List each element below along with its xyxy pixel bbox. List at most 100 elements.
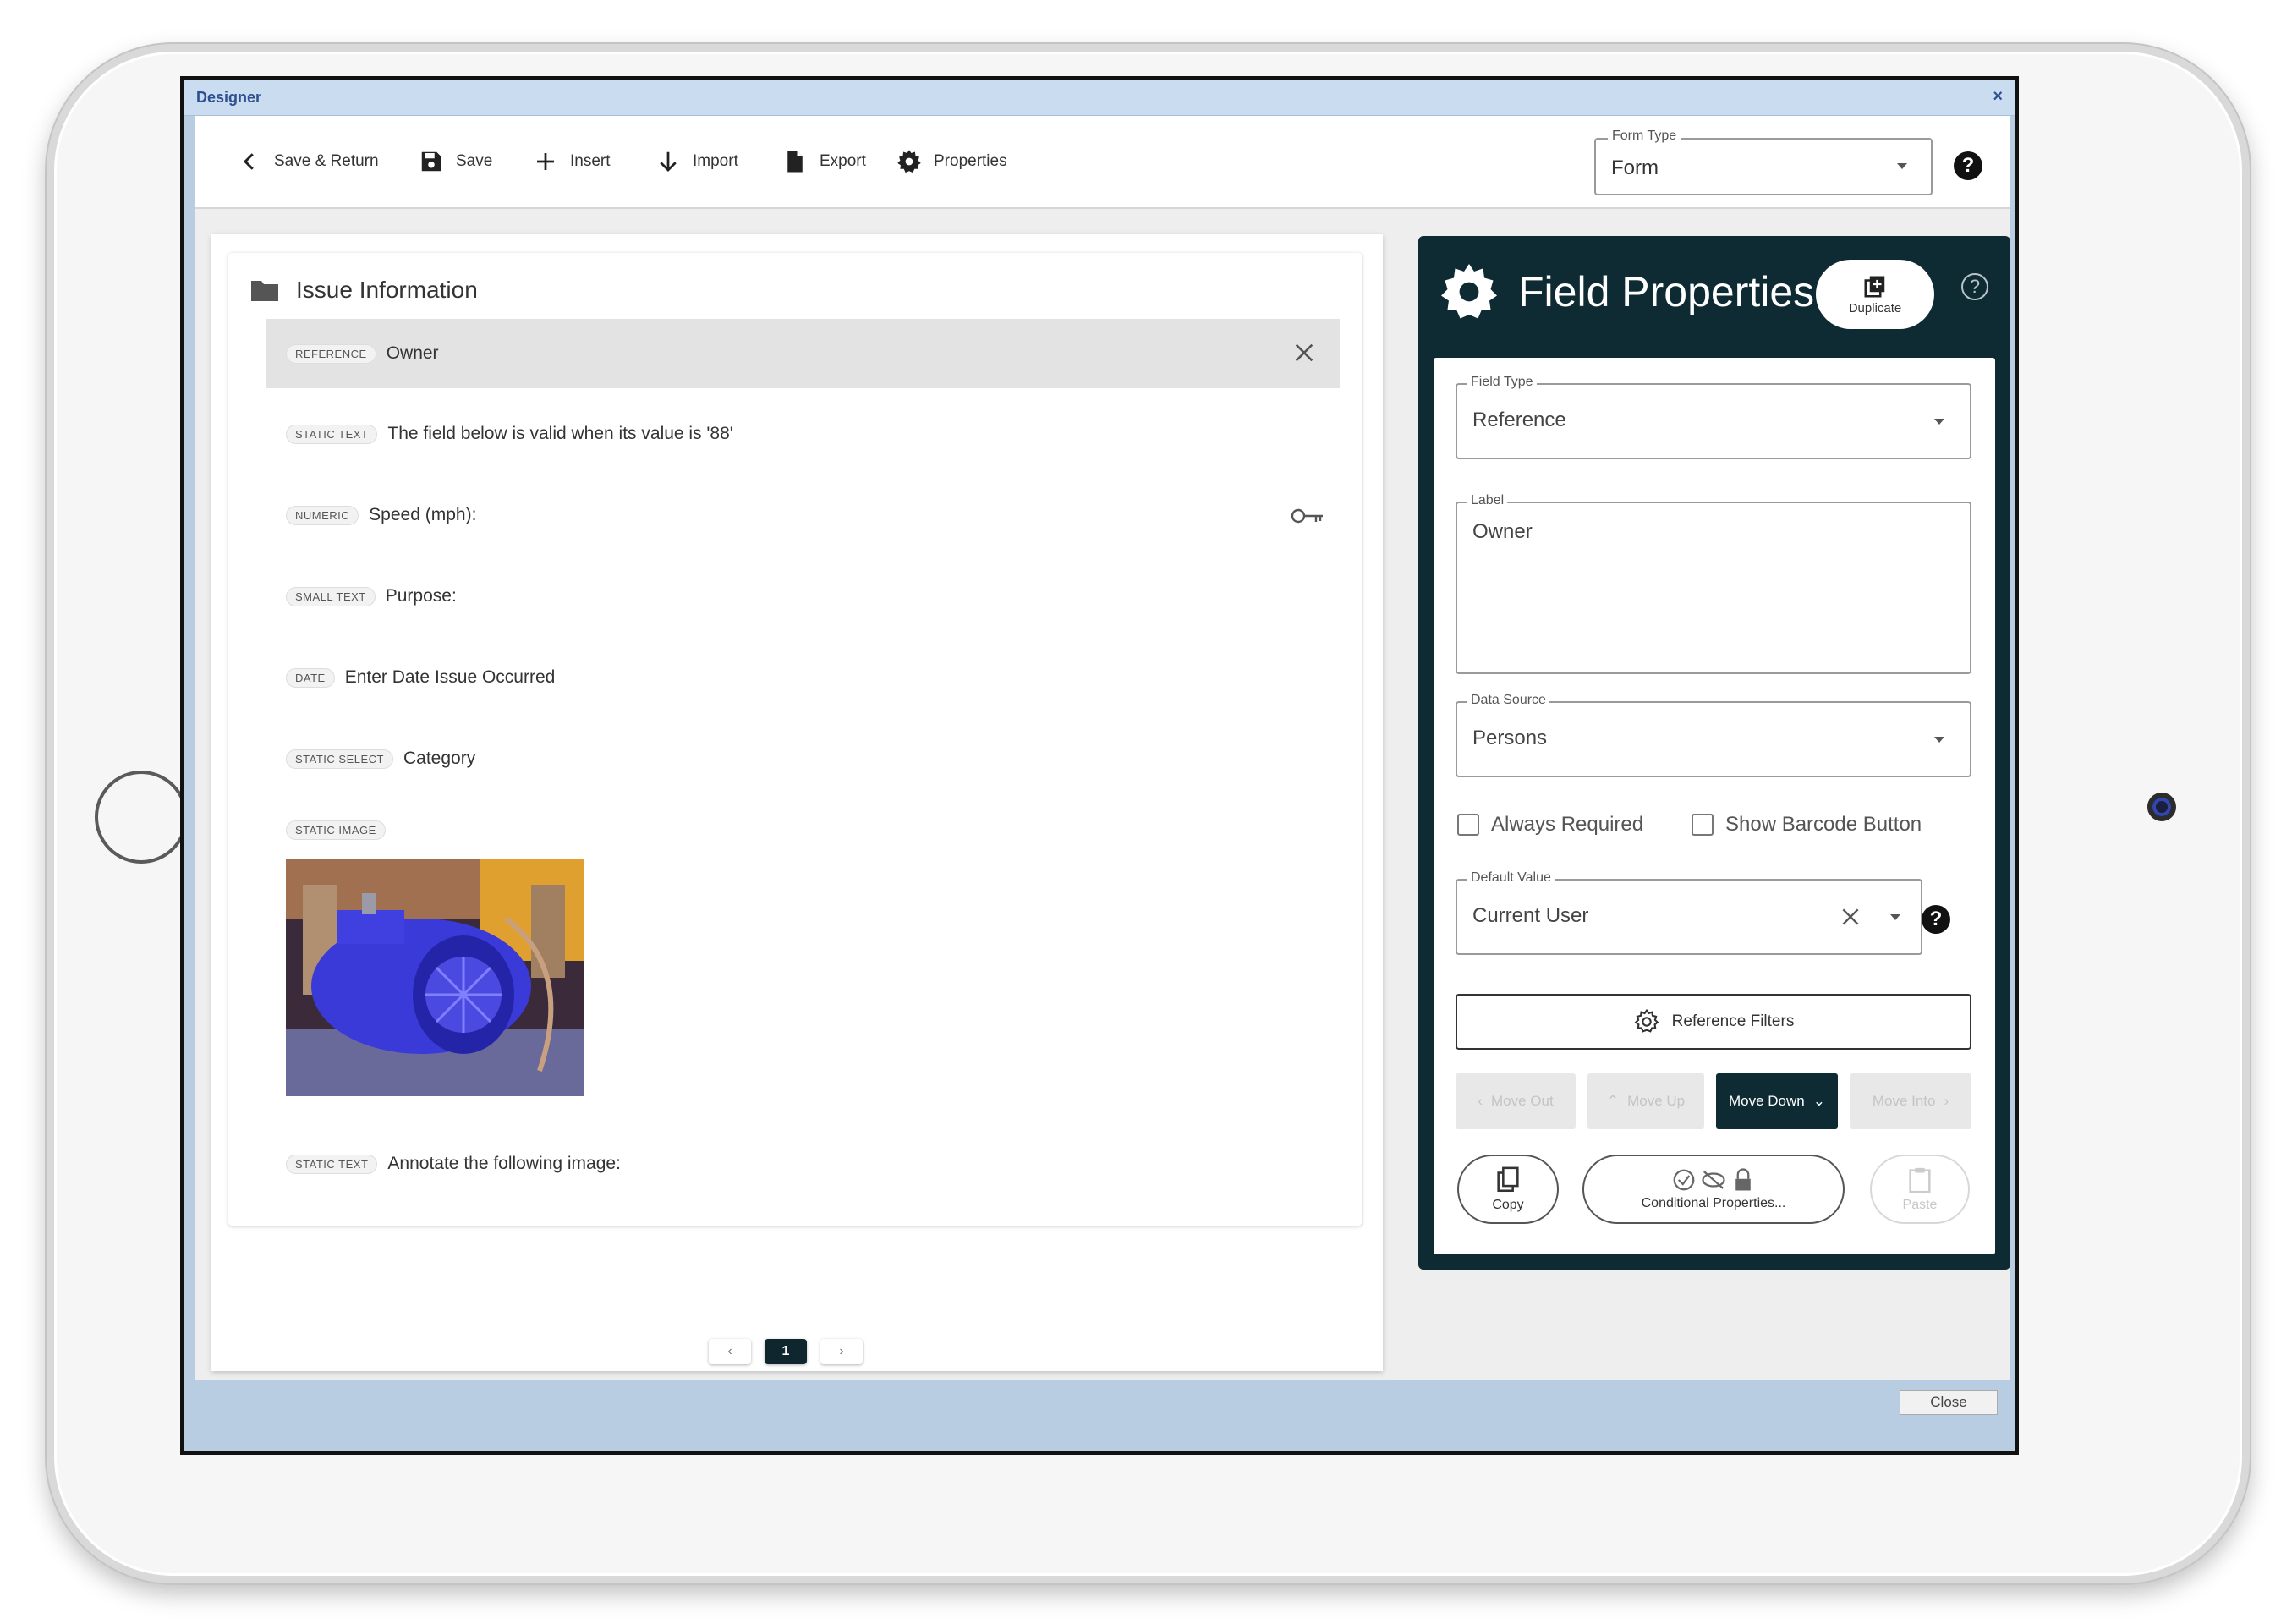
properties-label: Properties [934, 152, 1007, 170]
gear-icon [1441, 264, 1497, 319]
always-required-label: Always Required [1491, 813, 1644, 836]
paste-button[interactable]: Paste [1870, 1155, 1970, 1224]
checkbox-box[interactable] [1692, 814, 1714, 836]
window-title: Designer [196, 89, 262, 106]
close-button[interactable]: Close [1900, 1390, 1998, 1415]
save-return-button[interactable]: Save & Return [237, 145, 379, 178]
field-type-select[interactable]: Field Type Reference [1456, 375, 1971, 459]
show-barcode-checkbox[interactable]: Show Barcode Button [1692, 813, 1922, 837]
section-card[interactable]: Issue Information REFERENCE Owner STATIC… [228, 253, 1362, 1226]
form-type-select[interactable]: Form Type Form [1594, 129, 1933, 195]
duplicate-icon [1864, 276, 1885, 297]
move-into-button[interactable]: Move Into › [1850, 1073, 1971, 1129]
document-icon [787, 151, 803, 173]
field-row-annotate[interactable]: STATIC TEXT Annotate the following image… [266, 1129, 1340, 1199]
duplicate-label: Duplicate [1848, 300, 1902, 315]
help-icon[interactable]: ? [1922, 905, 1950, 934]
field-label: Category [403, 749, 476, 768]
move-out-button[interactable]: ‹ Move Out [1456, 1073, 1576, 1129]
caret-down-icon [1934, 737, 1944, 743]
duplicate-button[interactable]: Duplicate [1816, 260, 1934, 329]
default-value-legend: Default Value [1467, 870, 1555, 886]
help-circle-icon[interactable]: ? [1961, 273, 1988, 300]
field-row-date[interactable]: DATE Enter Date Issue Occurred [266, 643, 1340, 712]
gear-outline-icon [1634, 1008, 1659, 1033]
caret-down-icon [1890, 914, 1900, 920]
page-1-button[interactable]: 1 [765, 1339, 807, 1364]
checkbox-box[interactable] [1457, 814, 1479, 836]
field-label: Owner [386, 343, 439, 363]
caret-down-icon [1897, 163, 1907, 169]
home-button [95, 771, 188, 864]
copy-button[interactable]: Copy [1457, 1155, 1559, 1224]
window-close-icon[interactable]: × [1993, 87, 2003, 107]
default-value-select[interactable]: Default Value Current User [1456, 870, 1922, 955]
toolbar: Save & Return Save Insert Import Export … [195, 116, 2010, 209]
save-button[interactable]: Save [419, 145, 492, 178]
field-label: The field below is valid when its value … [387, 424, 733, 443]
always-required-checkbox[interactable]: Always Required [1457, 813, 1643, 837]
field-type-tag: DATE [286, 667, 335, 688]
chevron-down-icon: ⌄ [1812, 1093, 1825, 1109]
arrow-down-icon [660, 151, 677, 172]
field-type-legend: Field Type [1467, 375, 1537, 390]
field-properties-panel: Field Properties Duplicate ? Field Type … [1418, 236, 2010, 1270]
page-prev-button[interactable]: ‹ [709, 1339, 751, 1364]
field-label: Purpose: [385, 586, 457, 606]
label-textarea[interactable]: Label Owner [1456, 493, 1971, 674]
form-type-legend: Form Type [1608, 129, 1681, 144]
field-type-tag: REFERENCE [286, 343, 376, 364]
show-barcode-label: Show Barcode Button [1725, 813, 1922, 836]
camera-icon [2147, 793, 2176, 821]
help-icon[interactable]: ? [1954, 151, 1982, 180]
field-row-purpose[interactable]: SMALL TEXT Purpose: [266, 562, 1340, 631]
data-source-select[interactable]: Data Source Persons [1456, 693, 1971, 777]
floppy-disk-icon [421, 151, 441, 172]
properties-title: Field Properties [1518, 268, 1815, 315]
chevron-left-icon: ‹ [1478, 1093, 1483, 1109]
field-row-owner[interactable]: REFERENCE Owner [266, 319, 1340, 388]
clear-icon[interactable] [1840, 906, 1862, 928]
copy-label: Copy [1492, 1198, 1524, 1212]
data-source-legend: Data Source [1467, 693, 1549, 708]
close-icon[interactable] [1292, 341, 1316, 365]
page-next-button[interactable]: › [820, 1339, 863, 1364]
data-source-value: Persons [1472, 727, 1548, 749]
field-label: Enter Date Issue Occurred [344, 667, 556, 687]
field-row-static-text[interactable]: STATIC TEXT The field below is valid whe… [266, 399, 1340, 469]
field-row-category[interactable]: STATIC SELECT Category [266, 724, 1340, 793]
import-label: Import [693, 152, 738, 170]
field-row-static-image[interactable]: STATIC IMAGE [266, 804, 1340, 855]
form-type-value: Form [1611, 156, 1659, 179]
gear-icon [897, 150, 921, 173]
field-label: Speed (mph): [369, 505, 477, 524]
properties-button[interactable]: Properties [897, 145, 1007, 178]
conditional-icons [1673, 1168, 1751, 1191]
form-canvas: Issue Information REFERENCE Owner STATIC… [211, 234, 1383, 1371]
field-type-tag: STATIC TEXT [286, 424, 378, 444]
field-type-value: Reference [1472, 409, 1566, 431]
caret-down-icon [1934, 419, 1944, 425]
conditional-properties-label: Conditional Properties... [1641, 1196, 1786, 1210]
reference-filters-button[interactable]: Reference Filters [1456, 994, 1971, 1050]
conditional-properties-button[interactable]: Conditional Properties... [1582, 1155, 1845, 1224]
move-up-button[interactable]: ⌃ Move Up [1587, 1073, 1704, 1129]
plus-icon [537, 153, 554, 170]
insert-label: Insert [570, 152, 611, 170]
pump-motor-image [286, 859, 584, 1096]
reference-filters-label: Reference Filters [1671, 1012, 1795, 1030]
insert-button[interactable]: Insert [533, 145, 611, 178]
import-button[interactable]: Import [655, 145, 738, 178]
field-row-speed[interactable]: NUMERIC Speed (mph): [266, 480, 1340, 550]
field-type-tag: NUMERIC [286, 505, 359, 525]
title-bar: Designer × [184, 80, 2015, 116]
designer-app: Save & Return Save Insert Import Export … [195, 116, 2010, 1380]
section-title: Issue Information [296, 277, 478, 303]
label-value: Owner [1472, 520, 1533, 543]
move-up-label: Move Up [1627, 1093, 1686, 1109]
copy-icon [1497, 1166, 1519, 1193]
export-button[interactable]: Export [782, 145, 866, 178]
export-label: Export [820, 152, 866, 170]
move-into-label: Move Into [1872, 1093, 1936, 1109]
move-down-button[interactable]: Move Down ⌄ [1716, 1073, 1838, 1129]
